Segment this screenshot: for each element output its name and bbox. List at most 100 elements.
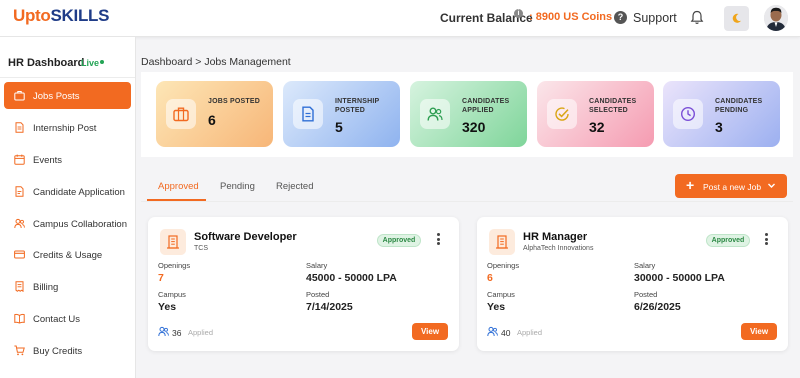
sidebar-item-credits-usage[interactable]: Credits & Usage [4, 241, 131, 268]
avatar[interactable] [764, 5, 788, 31]
posted-label: Posted [634, 290, 658, 299]
stat-icon-box [293, 99, 323, 129]
calendar-icon [14, 154, 25, 165]
applied-count: 36 [172, 328, 182, 338]
sidebar-item-label: Internship Post [33, 123, 97, 134]
sidebar-item-buy-credits[interactable]: Buy Credits [4, 337, 131, 364]
stat-label: CANDIDATES PENDING [715, 98, 763, 114]
chevron-down-icon [768, 183, 775, 188]
plus-icon: + [686, 177, 695, 193]
sidebar-item-internship-post[interactable]: Internship Post [4, 114, 131, 141]
bell-icon[interactable] [690, 10, 704, 25]
sidebar-title: HR Dashboard [8, 57, 85, 69]
building-icon [167, 235, 179, 249]
check-circle-icon [555, 107, 569, 121]
sidebar-item-label: Billing [33, 282, 59, 293]
sidebar-item-label: Credits & Usage [33, 250, 103, 261]
document-icon [15, 122, 24, 133]
logo-skills: SKILLS [50, 6, 110, 25]
stat-label: CANDIDATES APPLIED [462, 98, 510, 114]
balance-value: : 8900 US Coins [529, 11, 613, 23]
openings-value: 6 [487, 272, 493, 284]
more-options-icon[interactable] [435, 233, 441, 247]
sidebar: HR Dashboard Live Jobs Posts Internship … [0, 37, 136, 378]
sidebar-item-label: Events [33, 155, 63, 166]
post-new-job-button[interactable]: + Post a new Job [675, 174, 787, 198]
stat-card-candidates-pending: CANDIDATES PENDING 3 [663, 81, 780, 147]
stat-value: 320 [462, 119, 486, 135]
logo-upto: Upto [13, 6, 51, 25]
salary-value: 30000 - 50000 LPA [634, 272, 725, 284]
stat-value: 6 [208, 112, 216, 128]
job-icon-box [489, 229, 515, 255]
posted-value: 6/26/2025 [634, 301, 681, 313]
stat-value: 32 [589, 119, 605, 135]
stat-value: 3 [715, 119, 723, 135]
top-bar: UptoSKILLS Current Balance i : 8900 US C… [0, 0, 800, 37]
applied-count: 40 [501, 328, 511, 338]
campus-label: Campus [487, 290, 515, 299]
info-icon[interactable]: i [514, 9, 523, 18]
stat-icon-box [420, 99, 450, 129]
card-icon [14, 250, 25, 259]
stat-card-candidates-selected: CANDIDATES SELECTED 32 [537, 81, 654, 147]
users-icon [14, 218, 25, 229]
sidebar-item-jobs-posts[interactable]: Jobs Posts [4, 82, 131, 109]
salary-value: 45000 - 50000 LPA [306, 272, 397, 284]
company-name: AlphaTech Innovations [523, 245, 594, 252]
openings-label: Openings [158, 261, 191, 270]
users-icon [487, 326, 498, 337]
applied-label: Applied [517, 328, 543, 337]
briefcase-icon [14, 91, 25, 101]
building-icon [496, 235, 508, 249]
job-card: HR Manager AlphaTech Innovations Approve… [477, 217, 788, 351]
breadcrumb: Dashboard > Jobs Management [141, 56, 291, 68]
stat-value: 5 [335, 119, 343, 135]
more-options-icon[interactable] [763, 233, 769, 247]
cart-icon [14, 345, 25, 356]
openings-label: Openings [487, 261, 520, 270]
tab-rejected[interactable]: Rejected [276, 181, 314, 192]
sidebar-item-billing[interactable]: Billing [4, 273, 131, 300]
tab-pending[interactable]: Pending [220, 181, 255, 192]
help-icon[interactable]: ? [614, 11, 627, 24]
view-button[interactable]: View [412, 323, 448, 340]
logo[interactable]: UptoSKILLS [13, 6, 109, 26]
status-badge: Approved [706, 234, 750, 247]
job-icon-box [160, 229, 186, 255]
users-icon [427, 107, 443, 121]
sidebar-item-label: Jobs Posts [33, 91, 80, 102]
support-link[interactable]: Support [633, 11, 677, 25]
sidebar-item-label: Candidate Application [33, 187, 125, 198]
company-name: TCS [194, 245, 208, 252]
job-title: HR Manager [523, 231, 588, 243]
sidebar-item-label: Contact Us [33, 314, 80, 325]
posted-label: Posted [306, 290, 330, 299]
sidebar-item-candidate-application[interactable]: Candidate Application [4, 178, 131, 205]
sidebar-item-campus-collaboration[interactable]: Campus Collaboration [4, 210, 131, 237]
divider [141, 201, 793, 202]
document-icon [302, 106, 314, 122]
view-button[interactable]: View [741, 323, 777, 340]
theme-toggle-button[interactable] [724, 6, 749, 31]
stat-label: JOBS POSTED [208, 98, 260, 105]
stats-panel: JOBS POSTED 6 INTERNSHIP POSTED 5 CANDID… [141, 72, 793, 157]
sidebar-item-events[interactable]: Events [4, 146, 131, 173]
campus-value: Yes [158, 301, 177, 313]
stat-icon-box [166, 99, 196, 129]
tab-approved[interactable]: Approved [158, 181, 199, 192]
users-icon [158, 326, 169, 337]
clock-icon [680, 106, 696, 122]
post-new-job-label: Post a new Job [703, 182, 762, 192]
stat-card-jobs-posted: JOBS POSTED 6 [156, 81, 273, 147]
book-icon [14, 313, 25, 324]
stat-label: INTERNSHIP POSTED [335, 98, 380, 114]
divider [0, 77, 135, 78]
stat-icon-box [673, 99, 703, 129]
campus-value: Yes [487, 301, 506, 313]
sidebar-item-contact-us[interactable]: Contact Us [4, 305, 131, 332]
live-label: Live [81, 58, 100, 68]
job-card: Software Developer TCS Approved Openings… [148, 217, 459, 351]
sidebar-item-label: Buy Credits [33, 346, 83, 357]
salary-label: Salary [634, 261, 656, 270]
